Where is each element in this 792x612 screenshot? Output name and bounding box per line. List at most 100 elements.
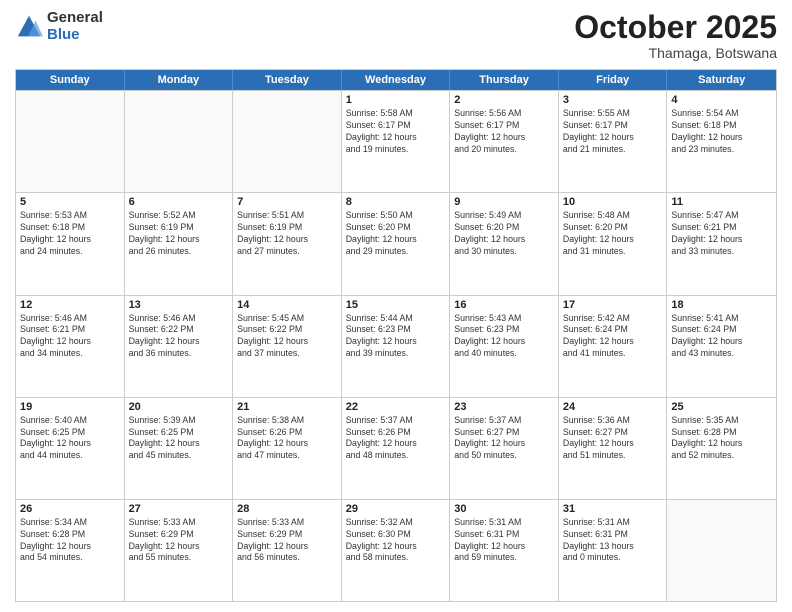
- calendar-day: 9Sunrise: 5:49 AM Sunset: 6:20 PM Daylig…: [450, 193, 559, 294]
- calendar-day: 14 Sunrise: 5:45 AM Sunset: 6:22 PM Dayli…: [233, 296, 342, 397]
- calendar-day: 4 Sunrise: 5:54 AM Sunset: 6:18 PM Daylig…: [667, 91, 776, 192]
- day-info: Sunrise: 5:35 AM Sunset: 6:28 PM Dayligh…: [671, 415, 772, 463]
- day-info: Sunrise: 5:51 AM Sunset: 6:19 PM Dayligh…: [237, 210, 337, 258]
- calendar-day: 2 Sunrise: 5:56 AM Sunset: 6:17 PM Daylig…: [450, 91, 559, 192]
- calendar-day: 23Sunrise: 5:37 AM Sunset: 6:27 PM Dayli…: [450, 398, 559, 499]
- day-number: 30: [454, 503, 554, 515]
- calendar-empty: [233, 91, 342, 192]
- day-info: Sunrise: 5:38 AM Sunset: 6:26 PM Dayligh…: [237, 415, 337, 463]
- calendar-header: SundayMondayTuesdayWednesdayThursdayFrid…: [16, 70, 776, 90]
- day-number: 13: [129, 299, 229, 311]
- calendar-day: 3 Sunrise: 5:55 AM Sunset: 6:17 PM Daylig…: [559, 91, 668, 192]
- day-info: Sunrise: 5:33 AM Sunset: 6:29 PM Dayligh…: [129, 517, 229, 565]
- calendar: SundayMondayTuesdayWednesdayThursdayFrid…: [15, 69, 777, 602]
- calendar-day: 18 Sunrise: 5:41 AM Sunset: 6:24 PM Dayli…: [667, 296, 776, 397]
- day-number: 25: [671, 401, 772, 413]
- day-number: 16: [454, 299, 554, 311]
- calendar-day: 25 Sunrise: 5:35 AM Sunset: 6:28 PM Dayli…: [667, 398, 776, 499]
- day-info: Sunrise: 5:37 AM Sunset: 6:26 PM Dayligh…: [346, 415, 446, 463]
- day-info: Sunrise: 5:58 AM Sunset: 6:17 PM Dayligh…: [346, 108, 446, 156]
- day-number: 10: [563, 196, 663, 208]
- day-info: Sunrise: 5:44 AM Sunset: 6:23 PM Dayligh…: [346, 313, 446, 361]
- calendar-row: 26Sunrise: 5:34 AM Sunset: 6:28 PM Dayli…: [16, 499, 776, 601]
- logo-text: General Blue: [47, 10, 103, 43]
- day-number: 24: [563, 401, 663, 413]
- day-info: Sunrise: 5:41 AM Sunset: 6:24 PM Dayligh…: [671, 313, 772, 361]
- day-number: 1: [346, 94, 446, 106]
- calendar-day: 22 Sunrise: 5:37 AM Sunset: 6:26 PM Dayli…: [342, 398, 451, 499]
- day-info: Sunrise: 5:56 AM Sunset: 6:17 PM Dayligh…: [454, 108, 554, 156]
- day-info: Sunrise: 5:31 AM Sunset: 6:31 PM Dayligh…: [454, 517, 554, 565]
- day-info: Sunrise: 5:45 AM Sunset: 6:22 PM Dayligh…: [237, 313, 337, 361]
- day-info: Sunrise: 5:32 AM Sunset: 6:30 PM Dayligh…: [346, 517, 446, 565]
- weekday-header: Saturday: [667, 70, 776, 90]
- calendar-day: 13 Sunrise: 5:46 AM Sunset: 6:22 PM Dayli…: [125, 296, 234, 397]
- calendar-row: 5Sunrise: 5:53 AM Sunset: 6:18 PM Daylig…: [16, 192, 776, 294]
- day-number: 4: [671, 94, 772, 106]
- calendar-day: 27Sunrise: 5:33 AM Sunset: 6:29 PM Dayli…: [125, 500, 234, 601]
- day-number: 21: [237, 401, 337, 413]
- calendar-day: 19Sunrise: 5:40 AM Sunset: 6:25 PM Dayli…: [16, 398, 125, 499]
- calendar-day: 31 Sunrise: 5:31 AM Sunset: 6:31 PM Dayli…: [559, 500, 668, 601]
- day-number: 14: [237, 299, 337, 311]
- day-info: Sunrise: 5:34 AM Sunset: 6:28 PM Dayligh…: [20, 517, 120, 565]
- day-number: 9: [454, 196, 554, 208]
- location-subtitle: Thamaga, Botswana: [574, 45, 777, 61]
- calendar-day: 21 Sunrise: 5:38 AM Sunset: 6:26 PM Dayli…: [233, 398, 342, 499]
- calendar-day: 10 Sunrise: 5:48 AM Sunset: 6:20 PM Dayli…: [559, 193, 668, 294]
- calendar-row: 12Sunrise: 5:46 AM Sunset: 6:21 PM Dayli…: [16, 295, 776, 397]
- day-number: 20: [129, 401, 229, 413]
- day-info: Sunrise: 5:50 AM Sunset: 6:20 PM Dayligh…: [346, 210, 446, 258]
- calendar-day: 26Sunrise: 5:34 AM Sunset: 6:28 PM Dayli…: [16, 500, 125, 601]
- calendar-day: 15 Sunrise: 5:44 AM Sunset: 6:23 PM Dayli…: [342, 296, 451, 397]
- header: General Blue October 2025 Thamaga, Botsw…: [15, 10, 777, 61]
- calendar-day: 24 Sunrise: 5:36 AM Sunset: 6:27 PM Dayli…: [559, 398, 668, 499]
- weekday-header: Monday: [125, 70, 234, 90]
- calendar-day: 16 Sunrise: 5:43 AM Sunset: 6:23 PM Dayli…: [450, 296, 559, 397]
- day-number: 7: [237, 196, 337, 208]
- day-number: 6: [129, 196, 229, 208]
- day-info: Sunrise: 5:54 AM Sunset: 6:18 PM Dayligh…: [671, 108, 772, 156]
- day-info: Sunrise: 5:46 AM Sunset: 6:22 PM Dayligh…: [129, 313, 229, 361]
- day-number: 28: [237, 503, 337, 515]
- calendar-body: 1 Sunrise: 5:58 AM Sunset: 6:17 PM Daylig…: [16, 90, 776, 601]
- day-number: 3: [563, 94, 663, 106]
- day-info: Sunrise: 5:42 AM Sunset: 6:24 PM Dayligh…: [563, 313, 663, 361]
- day-info: Sunrise: 5:37 AM Sunset: 6:27 PM Dayligh…: [454, 415, 554, 463]
- day-info: Sunrise: 5:52 AM Sunset: 6:19 PM Dayligh…: [129, 210, 229, 258]
- calendar-day: 7 Sunrise: 5:51 AM Sunset: 6:19 PM Daylig…: [233, 193, 342, 294]
- day-info: Sunrise: 5:47 AM Sunset: 6:21 PM Dayligh…: [671, 210, 772, 258]
- month-title: October 2025: [574, 10, 777, 45]
- day-info: Sunrise: 5:31 AM Sunset: 6:31 PM Dayligh…: [563, 517, 663, 565]
- day-info: Sunrise: 5:43 AM Sunset: 6:23 PM Dayligh…: [454, 313, 554, 361]
- calendar-empty: [125, 91, 234, 192]
- day-number: 29: [346, 503, 446, 515]
- day-number: 22: [346, 401, 446, 413]
- calendar-row: 19Sunrise: 5:40 AM Sunset: 6:25 PM Dayli…: [16, 397, 776, 499]
- calendar-row: 1 Sunrise: 5:58 AM Sunset: 6:17 PM Daylig…: [16, 90, 776, 192]
- calendar-day: 12Sunrise: 5:46 AM Sunset: 6:21 PM Dayli…: [16, 296, 125, 397]
- calendar-empty: [667, 500, 776, 601]
- calendar-day: 28 Sunrise: 5:33 AM Sunset: 6:29 PM Dayli…: [233, 500, 342, 601]
- calendar-day: 29 Sunrise: 5:32 AM Sunset: 6:30 PM Dayli…: [342, 500, 451, 601]
- day-number: 31: [563, 503, 663, 515]
- day-number: 18: [671, 299, 772, 311]
- calendar-day: 8Sunrise: 5:50 AM Sunset: 6:20 PM Daylig…: [342, 193, 451, 294]
- logo-icon: [15, 13, 43, 41]
- day-info: Sunrise: 5:55 AM Sunset: 6:17 PM Dayligh…: [563, 108, 663, 156]
- day-info: Sunrise: 5:36 AM Sunset: 6:27 PM Dayligh…: [563, 415, 663, 463]
- day-number: 12: [20, 299, 120, 311]
- weekday-header: Tuesday: [233, 70, 342, 90]
- calendar-day: 1 Sunrise: 5:58 AM Sunset: 6:17 PM Daylig…: [342, 91, 451, 192]
- weekday-header: Friday: [559, 70, 668, 90]
- calendar-day: 17Sunrise: 5:42 AM Sunset: 6:24 PM Dayli…: [559, 296, 668, 397]
- day-number: 5: [20, 196, 120, 208]
- day-info: Sunrise: 5:33 AM Sunset: 6:29 PM Dayligh…: [237, 517, 337, 565]
- day-number: 2: [454, 94, 554, 106]
- logo-blue: Blue: [47, 27, 103, 44]
- day-info: Sunrise: 5:48 AM Sunset: 6:20 PM Dayligh…: [563, 210, 663, 258]
- day-number: 15: [346, 299, 446, 311]
- page: General Blue October 2025 Thamaga, Botsw…: [0, 0, 792, 612]
- weekday-header: Sunday: [16, 70, 125, 90]
- calendar-day: 5Sunrise: 5:53 AM Sunset: 6:18 PM Daylig…: [16, 193, 125, 294]
